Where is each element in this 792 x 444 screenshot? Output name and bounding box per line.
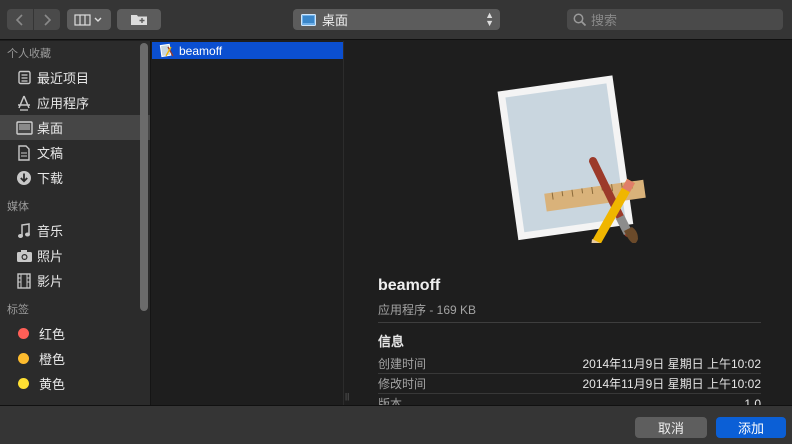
preview-kind-size: 应用程序 - 169 KB bbox=[378, 303, 477, 317]
music-icon bbox=[15, 222, 33, 240]
file-name: beamoff bbox=[179, 43, 223, 58]
recents-icon bbox=[15, 69, 33, 87]
forward-button[interactable] bbox=[34, 9, 60, 30]
new-folder-button[interactable] bbox=[117, 9, 161, 30]
sidebar-item-movies[interactable]: 影片 bbox=[0, 268, 150, 293]
sidebar-section-favorites: 个人收藏 bbox=[7, 48, 51, 60]
movies-icon bbox=[15, 272, 33, 290]
sidebar-item-label: 影片 bbox=[37, 274, 64, 289]
desktop-icon bbox=[15, 119, 33, 137]
sidebar-item-tag-yellow[interactable]: 黄色 bbox=[0, 371, 150, 396]
preview-divider bbox=[378, 322, 761, 323]
app-icon bbox=[159, 43, 174, 58]
cancel-button[interactable]: 取消 bbox=[635, 417, 707, 438]
sidebar-item-label: 音乐 bbox=[37, 224, 64, 239]
location-popup[interactable]: 桌面 ▲ ▼ bbox=[293, 9, 500, 30]
sidebar-item-label: 文稿 bbox=[37, 146, 64, 161]
desktop-folder-icon bbox=[301, 13, 316, 26]
column-resize-handle[interactable]: || bbox=[345, 392, 353, 404]
chevron-left-icon bbox=[15, 13, 23, 26]
red-tag-dot-icon bbox=[18, 328, 29, 339]
info-value: 2014年11月9日 星期日 上午10:02 bbox=[582, 357, 761, 371]
sidebar-section-media: 媒体 bbox=[7, 201, 29, 213]
sidebar-item-downloads[interactable]: 下载 bbox=[0, 165, 150, 190]
sidebar-item-label: 最近项目 bbox=[37, 71, 90, 86]
chevron-right-icon bbox=[44, 13, 52, 26]
new-folder-icon bbox=[131, 15, 147, 25]
search-placeholder: 搜索 bbox=[591, 13, 618, 28]
sidebar-item-applications[interactable]: 应用程序 bbox=[0, 90, 150, 115]
search-icon bbox=[573, 13, 587, 26]
dialog-footer: 取消 添加 bbox=[0, 405, 792, 444]
sidebar-item-label: 下载 bbox=[37, 171, 64, 186]
photos-icon bbox=[15, 247, 33, 265]
sidebar-item-recents[interactable]: 最近项目 bbox=[0, 65, 150, 90]
applications-icon bbox=[15, 94, 33, 112]
info-value: 2014年11月9日 星期日 上午10:02 bbox=[582, 377, 761, 391]
sidebar-section-tags: 标签 bbox=[7, 304, 29, 316]
documents-icon bbox=[15, 144, 33, 162]
toolbar: 桌面 ▲ ▼ 搜索 bbox=[0, 0, 792, 40]
info-key: 创建时间 bbox=[378, 357, 427, 371]
sidebar-scrollbar[interactable] bbox=[140, 43, 148, 311]
sidebar-item-label: 照片 bbox=[37, 249, 64, 264]
add-button[interactable]: 添加 bbox=[716, 417, 786, 438]
preview-file-name: beamoff bbox=[378, 277, 441, 294]
view-mode-button[interactable] bbox=[67, 9, 111, 30]
location-label: 桌面 bbox=[322, 13, 349, 28]
sidebar: 个人收藏 最近项目 应用程序 桌面 文稿 下载 媒体 音乐 照片 影片 标签 红… bbox=[0, 41, 151, 405]
sidebar-item-label: 橙色 bbox=[39, 352, 66, 367]
info-row-created: 创建时间 2014年11月9日 星期日 上午10:02 bbox=[378, 354, 761, 374]
sidebar-item-label: 桌面 bbox=[37, 121, 64, 136]
popup-arrows-icon: ▲ ▼ bbox=[485, 10, 494, 28]
orange-tag-dot-icon bbox=[18, 353, 29, 364]
sidebar-item-music[interactable]: 音乐 bbox=[0, 218, 150, 243]
search-field[interactable]: 搜索 bbox=[567, 9, 783, 30]
sidebar-item-documents[interactable]: 文稿 bbox=[0, 140, 150, 165]
yellow-tag-dot-icon bbox=[18, 378, 29, 389]
preview-info-title: 信息 bbox=[378, 334, 405, 349]
sidebar-item-label: 黄色 bbox=[39, 377, 66, 392]
sidebar-item-label: 红色 bbox=[39, 327, 66, 342]
sidebar-item-photos[interactable]: 照片 bbox=[0, 243, 150, 268]
sidebar-item-tag-orange[interactable]: 橙色 bbox=[0, 346, 150, 371]
file-row-beamoff[interactable]: beamoff bbox=[152, 42, 343, 59]
columns-view-icon bbox=[74, 13, 102, 26]
sidebar-item-desktop[interactable]: 桌面 bbox=[0, 115, 150, 140]
info-row-modified: 修改时间 2014年11月9日 星期日 上午10:02 bbox=[378, 374, 761, 394]
back-button[interactable] bbox=[7, 9, 33, 30]
file-column: beamoff bbox=[152, 41, 344, 405]
downloads-icon bbox=[15, 169, 33, 187]
sidebar-item-label: 应用程序 bbox=[37, 96, 90, 111]
app-preview-icon bbox=[497, 75, 646, 243]
info-key: 修改时间 bbox=[378, 377, 427, 391]
sidebar-item-tag-red[interactable]: 红色 bbox=[0, 321, 150, 346]
preview-pane: beamoff 应用程序 - 169 KB 信息 创建时间 2014年11月9日… bbox=[358, 41, 792, 414]
